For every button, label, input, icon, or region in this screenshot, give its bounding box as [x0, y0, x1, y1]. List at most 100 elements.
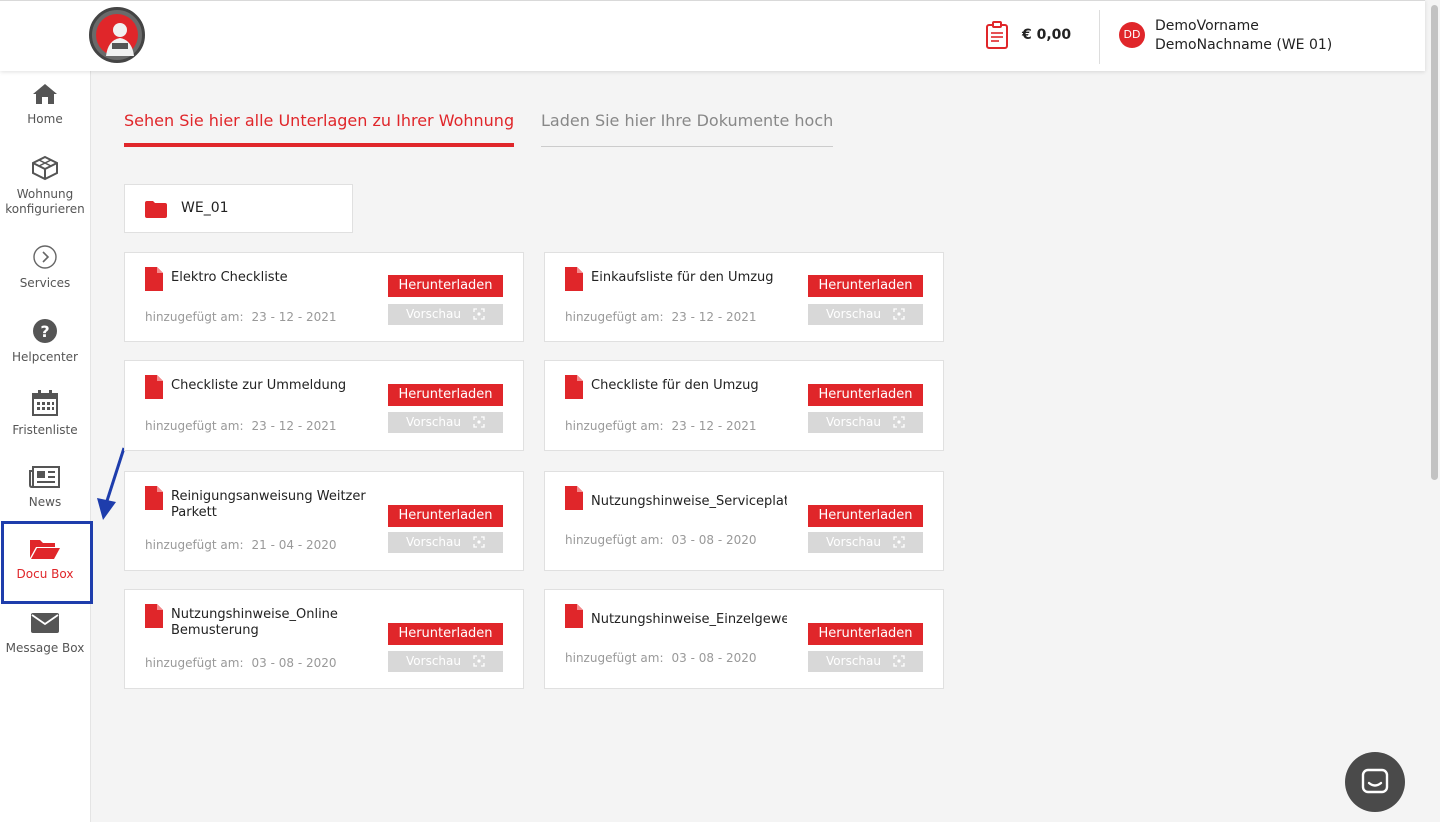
added-info: hinzugefügt am: 23 - 12 - 2021	[565, 310, 757, 324]
company-logo[interactable]	[89, 7, 145, 63]
added-info: hinzugefügt am: 03 - 08 - 2020	[565, 651, 757, 665]
preview-label: Vorschau	[826, 415, 881, 429]
tab-unterlagen[interactable]: Sehen Sie hier alle Unterlagen zu Ihrer …	[124, 111, 515, 147]
document-icon	[565, 267, 583, 291]
preview-button[interactable]: Vorschau	[808, 304, 923, 325]
added-date: 03 - 08 - 2020	[671, 651, 757, 665]
folder-selector[interactable]: WE_01	[124, 184, 353, 233]
preview-label: Vorschau	[406, 307, 461, 321]
sidebar-item-docu-box[interactable]: Docu Box	[0, 537, 90, 582]
preview-label: Vorschau	[406, 535, 461, 549]
added-date: 23 - 12 - 2021	[251, 310, 337, 324]
added-info: hinzugefügt am: 23 - 12 - 2021	[145, 419, 337, 433]
sidebar-item-label: Docu Box	[16, 567, 74, 581]
document-card: Checkliste für den Umzug hinzugefügt am:…	[544, 360, 944, 451]
fullscreen-icon	[893, 416, 905, 428]
added-label: hinzugefügt am:	[145, 538, 244, 552]
sidebar-item-label: Message Box	[5, 641, 85, 655]
document-card: Reinigungsanweisung Weitzer Parkett hinz…	[124, 471, 524, 571]
added-date: 21 - 04 - 2020	[251, 538, 337, 552]
preview-button[interactable]: Vorschau	[388, 651, 503, 672]
added-label: hinzugefügt am:	[565, 533, 664, 547]
folder-icon	[145, 201, 167, 218]
preview-label: Vorschau	[406, 415, 461, 429]
download-button[interactable]: Herunterladen	[388, 505, 503, 527]
preview-button[interactable]: Vorschau	[388, 304, 503, 325]
sidebar-item-label: Services	[19, 276, 71, 290]
sidebar-item-news[interactable]: News	[0, 465, 90, 510]
preview-button[interactable]: Vorschau	[388, 532, 503, 553]
clipboard-cart-icon[interactable]	[985, 21, 1009, 49]
user-first-name: DemoVorname	[1155, 18, 1259, 34]
added-info: hinzugefügt am: 21 - 04 - 2020	[145, 538, 337, 552]
sidebar-item-home[interactable]: Home	[0, 82, 90, 127]
avatar[interactable]: DD	[1119, 22, 1145, 48]
folder-open-icon	[30, 540, 60, 559]
header-divider	[1099, 10, 1100, 64]
document-card: Checkliste zur Ummeldung hinzugefügt am:…	[124, 360, 524, 451]
document-icon	[145, 604, 163, 628]
download-button[interactable]: Herunterladen	[808, 623, 923, 645]
document-icon	[145, 267, 163, 291]
sidebar-item-label: Wohnung konfigurieren	[5, 187, 85, 216]
fullscreen-icon	[473, 416, 485, 428]
home-icon	[33, 84, 57, 104]
added-date: 03 - 08 - 2020	[671, 533, 757, 547]
sidebar-item-fristenliste[interactable]: Fristenliste	[0, 389, 90, 438]
cart-total: € 0,00	[1022, 27, 1072, 43]
download-button[interactable]: Herunterladen	[388, 275, 503, 297]
download-button[interactable]: Herunterladen	[388, 384, 503, 406]
preview-label: Vorschau	[406, 654, 461, 668]
sidebar-item-label: Fristenliste	[12, 423, 78, 437]
added-info: hinzugefügt am: 23 - 12 - 2021	[145, 310, 337, 324]
added-label: hinzugefügt am:	[565, 310, 664, 324]
sidebar-item-label: News	[28, 495, 62, 509]
preview-button[interactable]: Vorschau	[808, 651, 923, 672]
preview-button[interactable]: Vorschau	[388, 412, 503, 433]
added-label: hinzugefügt am:	[145, 656, 244, 670]
sidebar-item-helpcenter[interactable]: ? Helpcenter	[0, 318, 90, 365]
fullscreen-icon	[893, 308, 905, 320]
chat-launcher-button[interactable]	[1345, 752, 1405, 812]
envelope-icon	[31, 613, 59, 633]
document-title: Nutzungshinweise_Online Bemusterung	[171, 607, 338, 638]
calendar-icon	[32, 390, 58, 416]
sidebar-item-services[interactable]: Services	[0, 244, 90, 291]
document-card: Elektro Checkliste hinzugefügt am: 23 - 1…	[124, 252, 524, 342]
sidebar-item-wohnung-konfigurieren[interactable]: Wohnung konfigurieren	[0, 155, 90, 217]
preview-button[interactable]: Vorschau	[808, 412, 923, 433]
document-card: Nutzungshinweise_Online Bemusterung hinz…	[124, 589, 524, 689]
fullscreen-icon	[473, 536, 485, 548]
document-card: Nutzungshinweise_Einzelgewerl hinzugefüg…	[544, 589, 944, 689]
fullscreen-icon	[893, 536, 905, 548]
fullscreen-icon	[473, 655, 485, 667]
document-title: Einkaufsliste für den Umzug	[591, 270, 774, 285]
added-label: hinzugefügt am:	[565, 419, 664, 433]
added-label: hinzugefügt am:	[145, 310, 244, 324]
download-button[interactable]: Herunterladen	[808, 505, 923, 527]
document-title: Checkliste zur Ummeldung	[171, 378, 347, 393]
preview-button[interactable]: Vorschau	[808, 532, 923, 553]
added-date: 23 - 12 - 2021	[671, 310, 757, 324]
fullscreen-icon	[473, 308, 485, 320]
user-name[interactable]: DemoVorname DemoNachname (WE 01)	[1155, 17, 1332, 55]
download-button[interactable]: Herunterladen	[388, 623, 503, 645]
document-title: Nutzungshinweise_Einzelgewerl	[591, 612, 787, 627]
document-title: Elektro Checkliste	[171, 270, 288, 285]
folder-name: WE_01	[181, 200, 229, 216]
user-last-name: DemoNachname (WE 01)	[1155, 37, 1333, 53]
added-date: 03 - 08 - 2020	[251, 656, 337, 670]
document-icon	[565, 604, 583, 628]
added-label: hinzugefügt am:	[565, 651, 664, 665]
added-info: hinzugefügt am: 03 - 08 - 2020	[145, 656, 337, 670]
scrollbar-thumb[interactable]	[1431, 5, 1438, 480]
tab-dokumente-hochladen[interactable]: Laden Sie hier Ihre Dokumente hoch	[541, 111, 834, 147]
sidebar: Home Wohnung konfigurieren Services ? He…	[0, 70, 93, 822]
preview-label: Vorschau	[826, 307, 881, 321]
download-button[interactable]: Herunterladen	[808, 384, 923, 406]
document-icon	[565, 375, 583, 399]
download-button[interactable]: Herunterladen	[808, 275, 923, 297]
added-info: hinzugefügt am: 23 - 12 - 2021	[565, 419, 757, 433]
sidebar-item-label: Home	[27, 112, 63, 126]
sidebar-item-message-box[interactable]: Message Box	[0, 611, 90, 656]
